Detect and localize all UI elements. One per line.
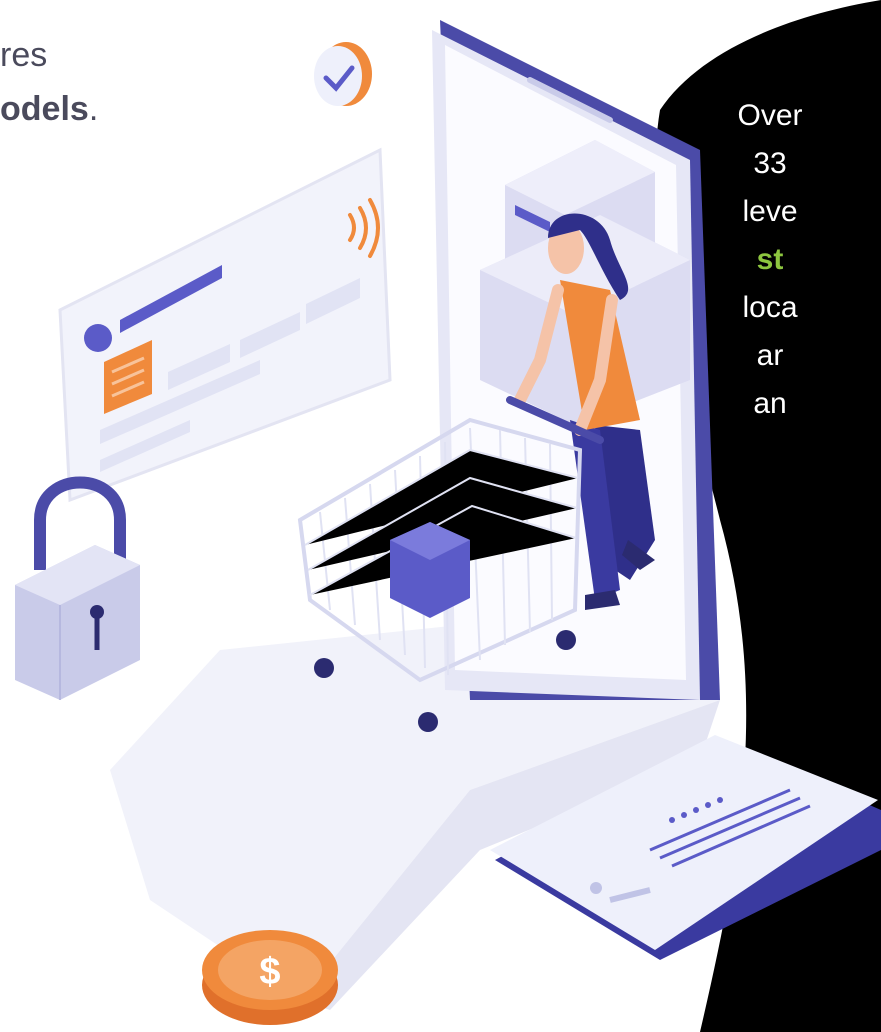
right-text-line: loca [742, 291, 798, 324]
right-text-line: an [753, 387, 787, 420]
right-text-line: Over [737, 99, 803, 132]
dollar-coin-icon: $ [202, 930, 338, 1025]
credit-card [58, 147, 392, 503]
right-text-line: 33 [753, 147, 787, 180]
right-text-line: leve [742, 195, 798, 228]
left-text-bold: odels [0, 90, 89, 128]
right-text-block: Over 33 leve st loca ar an [650, 92, 881, 428]
check-badge-icon [314, 42, 372, 106]
svg-text:$: $ [259, 951, 280, 993]
left-text-punct: . [88, 90, 99, 128]
right-text-highlight: st [756, 243, 784, 276]
left-text-line-2: odels. [0, 82, 98, 136]
right-text-line: ar [756, 339, 784, 372]
padlock-icon [15, 476, 140, 700]
left-text-block: res odels. [0, 28, 98, 136]
left-text-line-1: res [0, 36, 48, 74]
